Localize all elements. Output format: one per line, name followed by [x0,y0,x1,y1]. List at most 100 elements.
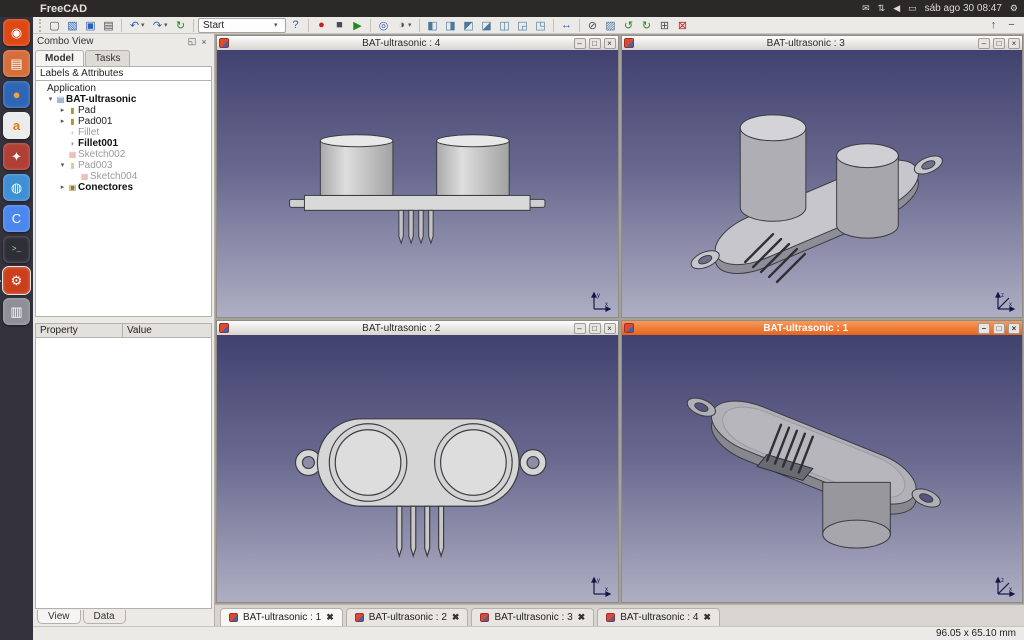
battery-indicator-icon[interactable]: ▭ [908,3,917,14]
launcher-item-ubuntu-dash[interactable]: ◉ [3,19,30,46]
rotate-left-icon[interactable]: ↺ [620,18,637,33]
workbench-selector[interactable]: Start ▾ [198,18,286,33]
tab-close-icon[interactable]: ✖ [578,612,586,623]
scroll-up-icon[interactable]: ↑ [985,18,1002,33]
tab-tasks[interactable]: Tasks [85,50,131,66]
view-axonometric-icon[interactable]: ◧ [424,18,441,33]
document-new-icon[interactable]: ▢ [46,18,63,33]
whats-this-icon[interactable]: ? [287,18,304,33]
expand-arrow-icon[interactable]: ▾ [46,94,55,105]
refresh-icon[interactable]: ↻ [172,18,189,33]
view-right-icon[interactable]: ◪ [478,18,495,33]
network-indicator-icon[interactable]: ⇅ [878,3,886,14]
mdi-tab-4[interactable]: BAT-ultrasonic : 4 ✖ [597,608,720,626]
expand-arrow-icon[interactable]: ▾ [58,160,67,171]
macro-execute-icon[interactable]: ▶ [349,18,366,33]
minimize-button[interactable]: – [574,38,586,49]
minimize-button[interactable]: – [978,323,990,334]
viewport-titlebar[interactable]: BAT-ultrasonic : 2 – □ × [217,321,618,335]
3d-viewport-front[interactable]: x y [217,50,618,317]
3d-viewport-top[interactable]: x y [217,335,618,602]
minimize-button[interactable]: – [574,323,586,334]
collapse-icon[interactable]: − [1003,18,1020,33]
toolbar-handle[interactable] [39,19,43,32]
view-rear-icon[interactable]: ◫ [496,18,513,33]
session-gear-icon[interactable]: ⚙ [1010,3,1018,14]
mdi-tab-2[interactable]: BAT-ultrasonic : 2 ✖ [346,608,469,626]
property-column-header[interactable]: Property [35,323,123,338]
launcher-item-chromium[interactable]: C [3,205,30,232]
tree-item-pad001[interactable]: ▸ ▮ Pad001 [36,116,211,127]
viewport-titlebar[interactable]: BAT-ultrasonic : 3 – □ × [622,36,1023,50]
panel-float-icon[interactable]: ◱ [186,36,198,47]
measure-distance-icon[interactable]: ↔ [558,18,575,33]
launcher-item-freecad[interactable]: ⚙ [3,267,30,294]
launcher-item-terminal[interactable]: >_ [3,236,30,263]
mdi-tab-1[interactable]: BAT-ultrasonic : 1 ✖ [220,608,343,626]
tree-item-application[interactable]: Application [36,83,211,94]
macro-record-icon[interactable]: ● [313,18,330,33]
tree-item-sketch004[interactable]: ▦ Sketch004 [36,171,211,182]
launcher-item-amazon[interactable]: a [3,112,30,139]
restore-button[interactable]: □ [589,323,601,334]
close-view-icon[interactable]: ⊠ [674,18,691,33]
launcher-item-ubuntu-software[interactable]: ✦ [3,143,30,170]
viewport-titlebar[interactable]: BAT-ultrasonic : 4 – □ × [217,36,618,50]
rotate-right-icon[interactable]: ↻ [638,18,655,33]
property-table-body[interactable] [35,338,212,609]
minimize-button[interactable]: – [978,38,990,49]
restore-button[interactable]: □ [993,38,1005,49]
expand-arrow-icon[interactable]: ▸ [58,116,67,127]
view-front-icon[interactable]: ◨ [442,18,459,33]
undo-dropdown-arrow-icon[interactable]: ▾ [141,21,148,29]
texture-mapping-icon[interactable]: ▨ [602,18,619,33]
launcher-item-files[interactable]: ▤ [3,50,30,77]
3d-viewport-bottom-iso[interactable]: x z [622,335,1023,602]
tree-item-pad[interactable]: ▸ ▮ Pad [36,105,211,116]
dock-views-icon[interactable]: ⊞ [656,18,673,33]
restore-button[interactable]: □ [993,323,1005,334]
document-open-icon[interactable]: ▧ [64,18,81,33]
launcher-item-firefox[interactable]: ● [3,81,30,108]
restore-button[interactable]: □ [589,38,601,49]
tree-item-pad003[interactable]: ▾ ▮ Pad003 [36,160,211,171]
3d-viewport-isometric[interactable]: x z [622,50,1023,317]
value-column-header[interactable]: Value [123,323,212,338]
close-button[interactable]: × [604,38,616,49]
close-button[interactable]: × [604,323,616,334]
clipping-plane-icon[interactable]: ⊘ [584,18,601,33]
sound-indicator-icon[interactable]: ◀ [893,3,900,14]
draw-style-dropdown-arrow-icon[interactable]: ▾ [408,21,415,29]
combo-view-tabs: Model Tasks [33,49,214,66]
tab-model[interactable]: Model [35,50,84,66]
tab-close-icon[interactable]: ✖ [452,612,460,623]
message-indicator-icon[interactable]: ✉ [862,3,870,14]
close-button[interactable]: × [1008,38,1020,49]
tab-close-icon[interactable]: ✖ [326,612,334,623]
panel-close-icon[interactable]: × [198,37,210,47]
tree-item-fillet[interactable]: ◗ Fillet [36,127,211,138]
view-top-icon[interactable]: ◩ [460,18,477,33]
clock[interactable]: sáb ago 30 08:47 [925,3,1002,14]
tree-item-conectores[interactable]: ▸ ▣ Conectores [36,182,211,193]
tree-item-document[interactable]: ▾ ▤ BAT-ultrasonic [36,94,211,105]
view-fit-all-icon[interactable]: ◎ [375,18,392,33]
launcher-item-text-editor[interactable]: ▥ [3,298,30,325]
document-print-icon[interactable]: ▤ [100,18,117,33]
redo-dropdown-arrow-icon[interactable]: ▾ [164,21,171,29]
view-left-icon[interactable]: ◳ [532,18,549,33]
tree-item-fillet001[interactable]: ◗ Fillet001 [36,138,211,149]
tab-data[interactable]: Data [83,610,126,624]
document-save-icon[interactable]: ▣ [82,18,99,33]
macro-stop-icon[interactable]: ■ [331,18,348,33]
tab-close-icon[interactable]: ✖ [703,612,711,623]
mdi-tab-3[interactable]: BAT-ultrasonic : 3 ✖ [471,608,594,626]
view-bottom-icon[interactable]: ◲ [514,18,531,33]
viewport-titlebar-active[interactable]: BAT-ultrasonic : 1 – □ × [622,321,1023,335]
launcher-item-media-player[interactable]: ◍ [3,174,30,201]
tab-view[interactable]: View [37,610,81,624]
expand-arrow-icon[interactable]: ▸ [58,182,67,193]
close-button[interactable]: × [1008,323,1020,334]
expand-arrow-icon[interactable]: ▸ [58,105,67,116]
tree-item-sketch002[interactable]: ▦ Sketch002 [36,149,211,160]
